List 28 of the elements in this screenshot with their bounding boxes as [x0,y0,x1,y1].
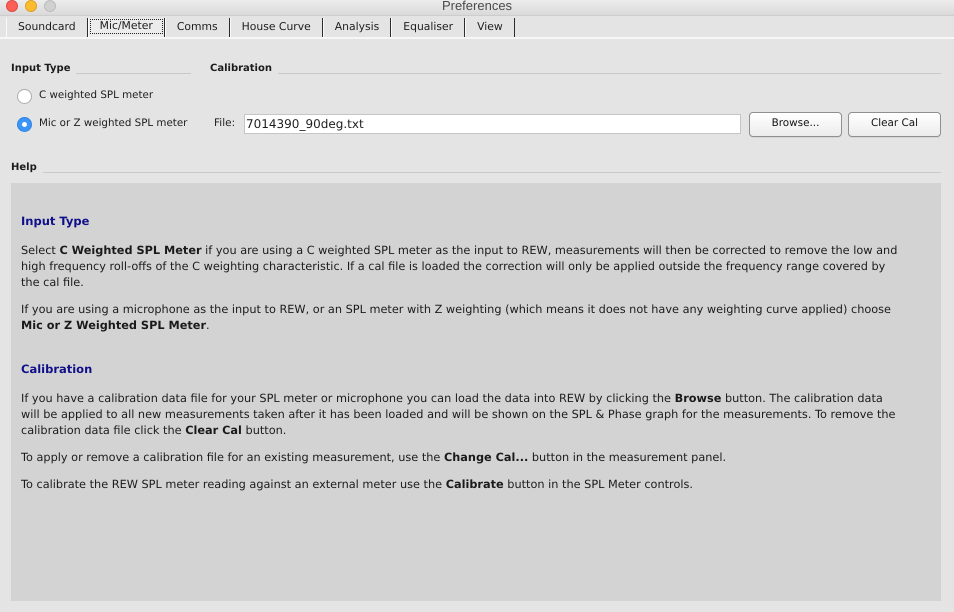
section-title: Help [11,160,37,174]
close-icon[interactable] [6,0,18,12]
file-label: File: [214,117,236,131]
file-path-field[interactable]: 7014390_90deg.txt [244,114,741,134]
browse-button[interactable]: Browse... [749,112,842,136]
help-paragraph: If you are using a microphone as the input to REW, or an SPL meter with Z weighting (which means it does not have any weighting curve applied) choose Mic or Z Weighted SPL Meter. [21,302,892,334]
zoom-icon[interactable] [44,0,56,12]
radio-button[interactable] [17,88,32,104]
tab[interactable]: Mic/Meter [88,18,165,37]
section-title: Input Type [11,62,70,74]
radio-label[interactable]: Mic or Z weighted SPL meter [39,117,188,131]
window-title: Preferences [442,0,512,15]
tab[interactable]: Comms [164,18,230,37]
help-paragraph: To apply or remove a calibration file for an existing measurement, use the Change Cal... button in the measurement panel. [21,450,728,466]
help-paragraph: To calibrate the REW SPL meter reading against an external meter use the Calibrate button in the SPL Meter controls. [21,477,694,493]
tab[interactable]: Equaliser [391,18,466,37]
help-heading: Calibration [21,361,94,377]
radio-label[interactable]: C weighted SPL meter [39,89,154,103]
tab[interactable]: House Curve [230,18,323,37]
tab[interactable]: View [465,18,515,37]
radio-button[interactable] [17,116,32,132]
section-title: Calibration [210,62,272,74]
help-paragraph: If you have a calibration data file for your SPL meter or microphone you can load the data into REW by clicking the Browse button. The calibration data will be applied to all new measurements taken after it has been loaded and will be shown on the SPL & Phase graph for the measurements. To remove the calibration data file click the Clear Cal button. [21,391,897,439]
help-heading: Input Type [21,213,90,229]
tab[interactable]: Analysis [322,18,392,37]
help-paragraph: Select C Weighted SPL Meter if you are using a C weighted SPL meter as the input to REW, measurements will then be corrected to remove the low and high frequency roll-offs of the C weighting characteristic. If a cal file is loaded the correction will only be applied outside the frequency range covered by the cal file. [21,243,898,291]
clear-cal-button[interactable]: Clear Cal [848,112,941,136]
minimize-icon[interactable] [25,0,37,12]
